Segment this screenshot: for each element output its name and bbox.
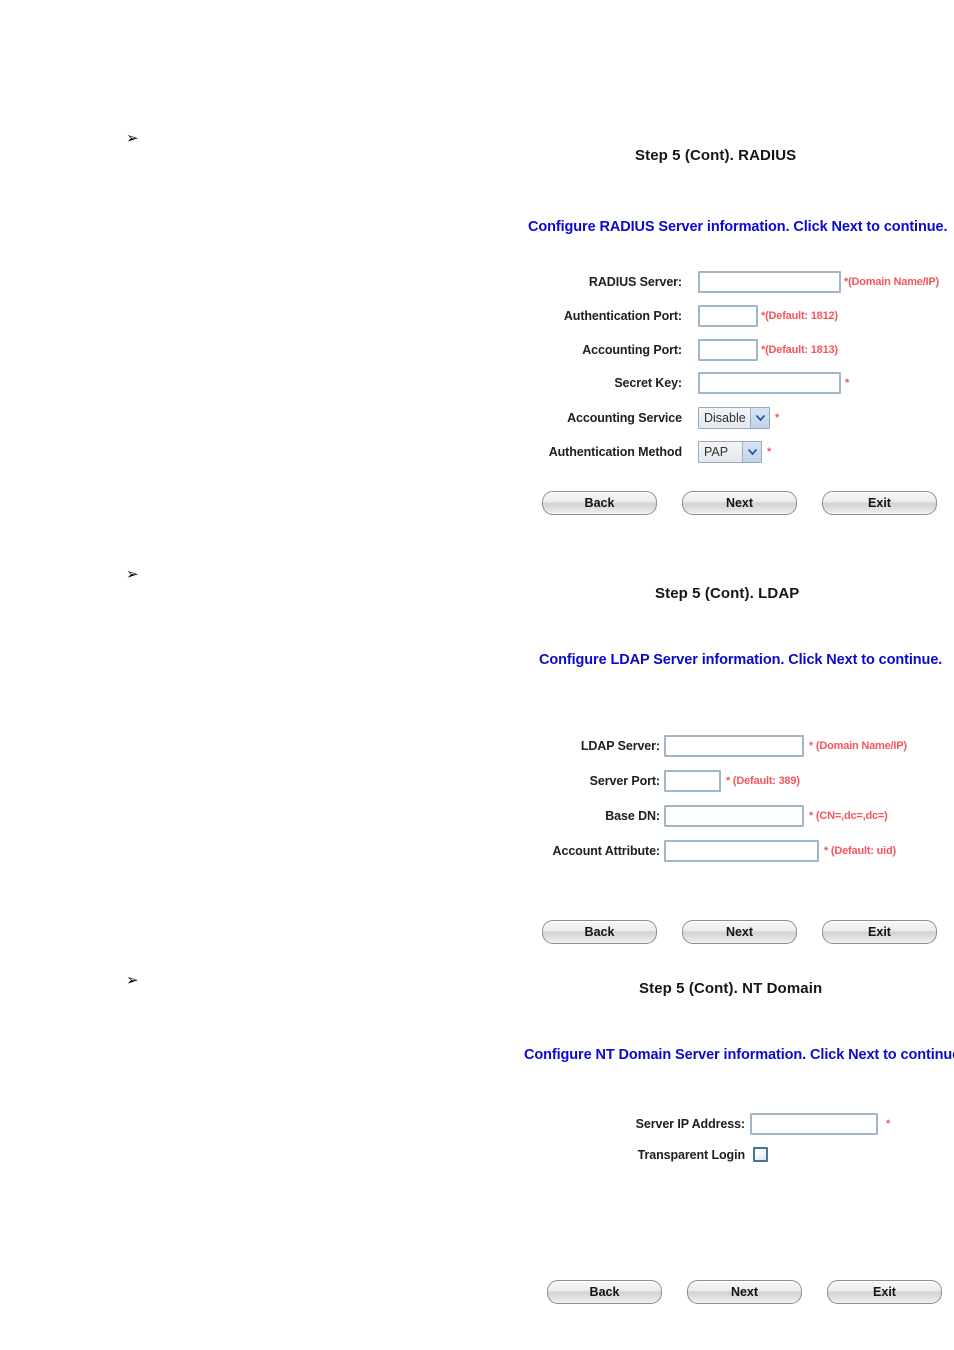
- chevron-down-icon: [742, 442, 761, 462]
- exit-button[interactable]: Exit: [822, 920, 937, 944]
- back-button[interactable]: Back: [542, 920, 657, 944]
- input-server-ip-address[interactable]: [750, 1113, 878, 1135]
- input-secret-key[interactable]: [698, 372, 841, 394]
- hint-server-ip-address: *: [886, 1118, 891, 1130]
- back-button[interactable]: Back: [542, 491, 657, 515]
- input-ldap-server[interactable]: [664, 735, 804, 757]
- form-row-transparent-login: Transparent Login: [560, 1147, 768, 1162]
- label-ldap-server-port: Server Port:: [589, 774, 660, 788]
- select-accounting-service-value: Disable: [699, 408, 750, 428]
- exit-button[interactable]: Exit: [822, 491, 937, 515]
- form-row-authentication-method: Authentication Method PAP *: [530, 441, 771, 463]
- input-accounting-port[interactable]: [698, 339, 758, 361]
- form-row-secret-key: Secret Key: *: [530, 372, 849, 394]
- next-button[interactable]: Next: [687, 1280, 802, 1304]
- next-button[interactable]: Next: [682, 920, 797, 944]
- hint-accounting-service: *: [775, 412, 780, 424]
- form-row-ldap-server: LDAP Server: * (Domain Name/IP): [530, 735, 907, 757]
- select-authentication-method-value: PAP: [699, 442, 742, 462]
- ldap-instruction: Configure LDAP Server information. Click…: [539, 652, 943, 668]
- hint-accounting-port: *(Default: 1813): [761, 344, 838, 356]
- arrow-bullet-ntdomain: ➢: [126, 971, 139, 989]
- label-accounting-service: Accounting Service: [567, 411, 682, 425]
- label-secret-key: Secret Key:: [614, 376, 682, 390]
- form-row-accounting-service: Accounting Service Disable *: [530, 407, 779, 429]
- exit-button[interactable]: Exit: [827, 1280, 942, 1304]
- hint-authentication-method: *: [767, 446, 772, 458]
- hint-radius-server: *(Domain Name/IP): [844, 276, 940, 288]
- checkbox-transparent-login[interactable]: [753, 1147, 768, 1162]
- form-row-authentication-port: Authentication Port: *(Default: 1812): [530, 305, 838, 327]
- select-authentication-method[interactable]: PAP: [698, 441, 762, 463]
- input-base-dn[interactable]: [664, 805, 804, 827]
- hint-ldap-server: * (Domain Name/IP): [809, 740, 907, 752]
- ntdomain-instruction: Configure NT Domain Server information. …: [524, 1047, 954, 1063]
- chevron-down-icon: [750, 408, 769, 428]
- hint-secret-key: *: [845, 377, 850, 389]
- form-row-server-ip-address: Server IP Address: *: [560, 1113, 890, 1135]
- label-authentication-method: Authentication Method: [548, 445, 682, 459]
- form-row-account-attribute: Account Attribute: * (Default: uid): [530, 840, 896, 862]
- input-radius-server[interactable]: [698, 271, 841, 293]
- label-authentication-port: Authentication Port:: [563, 309, 682, 323]
- label-base-dn: Base DN:: [605, 809, 660, 823]
- document-page: ➢ ➢ ➢ Step 5 (Cont). RADIUS Configure RA…: [0, 0, 954, 1350]
- form-row-accounting-port: Accounting Port: *(Default: 1813): [530, 339, 838, 361]
- arrow-bullet-ldap: ➢: [126, 565, 139, 583]
- label-accounting-port: Accounting Port:: [582, 343, 682, 357]
- hint-base-dn: * (CN=,dc=,dc=): [809, 810, 888, 822]
- input-authentication-port[interactable]: [698, 305, 758, 327]
- hint-ldap-server-port: * (Default: 389): [726, 775, 800, 787]
- label-server-ip-address: Server IP Address:: [635, 1117, 745, 1131]
- back-button[interactable]: Back: [547, 1280, 662, 1304]
- input-account-attribute[interactable]: [664, 840, 819, 862]
- select-accounting-service[interactable]: Disable: [698, 407, 770, 429]
- hint-authentication-port: *(Default: 1812): [761, 310, 838, 322]
- label-account-attribute: Account Attribute:: [552, 844, 661, 858]
- ldap-heading: Step 5 (Cont). LDAP: [655, 585, 800, 602]
- next-button[interactable]: Next: [682, 491, 797, 515]
- ntdomain-heading: Step 5 (Cont). NT Domain: [639, 980, 823, 997]
- label-ldap-server: LDAP Server:: [580, 739, 660, 753]
- input-ldap-server-port[interactable]: [664, 770, 721, 792]
- ntdomain-button-row: Back Next Exit: [547, 1280, 942, 1304]
- form-row-ldap-server-port: Server Port: * (Default: 389): [530, 770, 800, 792]
- radius-button-row: Back Next Exit: [542, 491, 937, 515]
- hint-account-attribute: * (Default: uid): [824, 845, 896, 857]
- ldap-button-row: Back Next Exit: [542, 920, 937, 944]
- label-transparent-login: Transparent Login: [637, 1147, 745, 1162]
- radius-instruction: Configure RADIUS Server information. Cli…: [528, 219, 948, 235]
- form-row-radius-server: RADIUS Server: *(Domain Name/IP): [530, 271, 939, 293]
- form-row-base-dn: Base DN: * (CN=,dc=,dc=): [530, 805, 888, 827]
- label-radius-server: RADIUS Server:: [588, 275, 682, 289]
- radius-heading: Step 5 (Cont). RADIUS: [635, 147, 797, 164]
- arrow-bullet-radius: ➢: [126, 129, 139, 147]
